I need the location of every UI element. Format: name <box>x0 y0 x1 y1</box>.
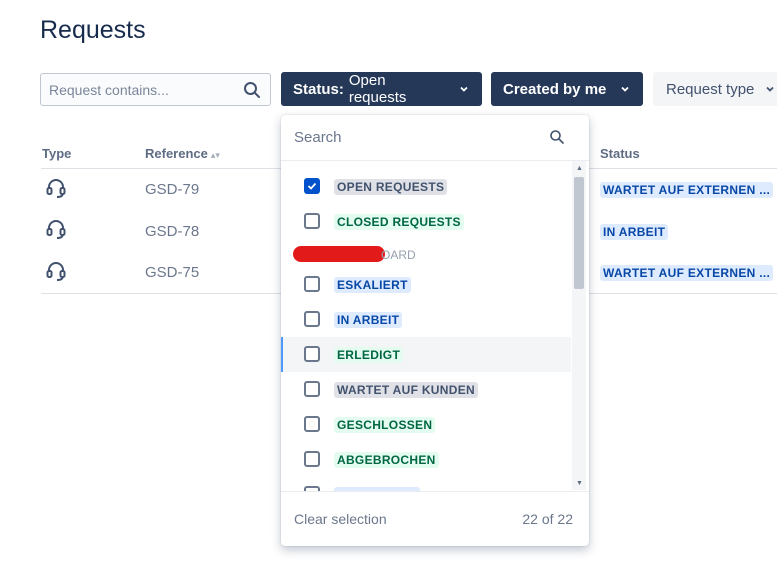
option-closed-requests[interactable]: CLOSED REQUESTS <box>281 204 571 239</box>
option-eskaliert[interactable]: ESKALIERT <box>281 267 571 302</box>
status-filter-label: Status: <box>293 80 344 98</box>
option-wartet-auf-kunden[interactable]: WARTET AUF KUNDEN <box>281 372 571 407</box>
option-in-arbeit[interactable]: IN ARBEIT <box>281 302 571 337</box>
option-label: GESCHLOSSEN <box>334 417 436 433</box>
scrollbar-thumb[interactable] <box>574 177 584 289</box>
status-filter-button[interactable]: Status: Open requests <box>281 72 482 106</box>
scroll-up-arrow-icon[interactable]: ▲ <box>576 165 583 172</box>
headset-icon <box>46 220 66 239</box>
option-label: OPEN REQUESTS <box>334 179 448 195</box>
option-label: WARTET AUF KUNDEN <box>334 382 478 398</box>
status-dropdown: OPEN REQUESTS CLOSED REQUESTS OARD ESKAL… <box>281 115 589 546</box>
clear-selection-button[interactable]: Clear selection <box>294 511 387 527</box>
checkbox[interactable] <box>304 311 320 327</box>
option-label: ERLEDIGT <box>334 347 404 363</box>
column-header-reference[interactable]: Reference ▴▾ <box>145 146 220 161</box>
status-badge: WARTET AUF EXTERNEN ... <box>600 182 774 198</box>
chevron-down-icon <box>621 86 629 92</box>
option-open-requests[interactable]: OPEN REQUESTS <box>281 169 571 204</box>
row-reference[interactable]: GSD-75 <box>145 264 199 281</box>
dropdown-search-field[interactable] <box>281 115 589 161</box>
page-title: Requests <box>40 16 146 44</box>
status-filter-value: Open requests <box>348 72 407 106</box>
checkbox[interactable] <box>304 213 320 229</box>
checkbox[interactable] <box>304 276 320 292</box>
created-by-filter-label: Created by me <box>503 80 607 98</box>
option-label: CLOSED REQUESTS <box>334 214 464 230</box>
selection-count: 22 of 22 <box>522 511 573 527</box>
search-icon[interactable] <box>243 81 261 99</box>
request-search-field[interactable] <box>40 73 271 106</box>
row-reference[interactable]: GSD-79 <box>145 181 199 198</box>
option-abgebrochen[interactable]: ABGEBROCHEN <box>281 442 571 477</box>
status-badge: WARTET AUF EXTERNEN ... <box>600 265 774 281</box>
checkbox[interactable] <box>304 451 320 467</box>
option-geschlossen[interactable]: GESCHLOSSEN <box>281 407 571 442</box>
column-header-reference-label: Reference <box>145 146 208 161</box>
chevron-down-icon <box>766 86 775 92</box>
status-badge: IN ARBEIT <box>600 224 669 240</box>
dropdown-footer: Clear selection 22 of 22 <box>281 491 589 546</box>
request-search-input[interactable] <box>41 74 231 105</box>
option-label: OARD <box>381 248 416 262</box>
option-label: ABGEBROCHEN <box>334 452 439 468</box>
chevron-down-icon <box>460 86 468 92</box>
dropdown-search-input[interactable] <box>281 115 521 159</box>
redaction-mark <box>293 246 385 262</box>
column-header-type[interactable]: Type <box>42 146 71 161</box>
checkbox[interactable] <box>304 346 320 362</box>
row-reference[interactable]: GSD-78 <box>145 223 199 240</box>
option-label: IN ARBEIT <box>334 312 403 328</box>
request-type-filter-label: Request type <box>666 80 755 98</box>
headset-icon <box>46 179 66 198</box>
scroll-down-arrow-icon[interactable]: ▼ <box>576 480 583 487</box>
search-icon <box>550 130 564 144</box>
checkbox[interactable] <box>304 381 320 397</box>
dropdown-option-list[interactable]: OPEN REQUESTS CLOSED REQUESTS OARD ESKAL… <box>281 165 571 491</box>
headset-icon <box>46 262 66 281</box>
checkbox[interactable] <box>304 416 320 432</box>
option-partial[interactable] <box>281 477 571 491</box>
column-header-status[interactable]: Status <box>600 146 640 161</box>
request-type-filter-button[interactable]: Request type <box>653 72 777 106</box>
check-icon <box>307 182 317 190</box>
sort-icon[interactable]: ▴▾ <box>211 150 220 161</box>
option-erledigt[interactable]: ERLEDIGT <box>281 337 571 372</box>
created-by-filter-button[interactable]: Created by me <box>491 72 643 106</box>
dropdown-scrollbar[interactable]: ▲ ▼ <box>572 161 586 490</box>
checkbox-checked[interactable] <box>304 178 320 194</box>
option-label: ESKALIERT <box>334 277 411 293</box>
